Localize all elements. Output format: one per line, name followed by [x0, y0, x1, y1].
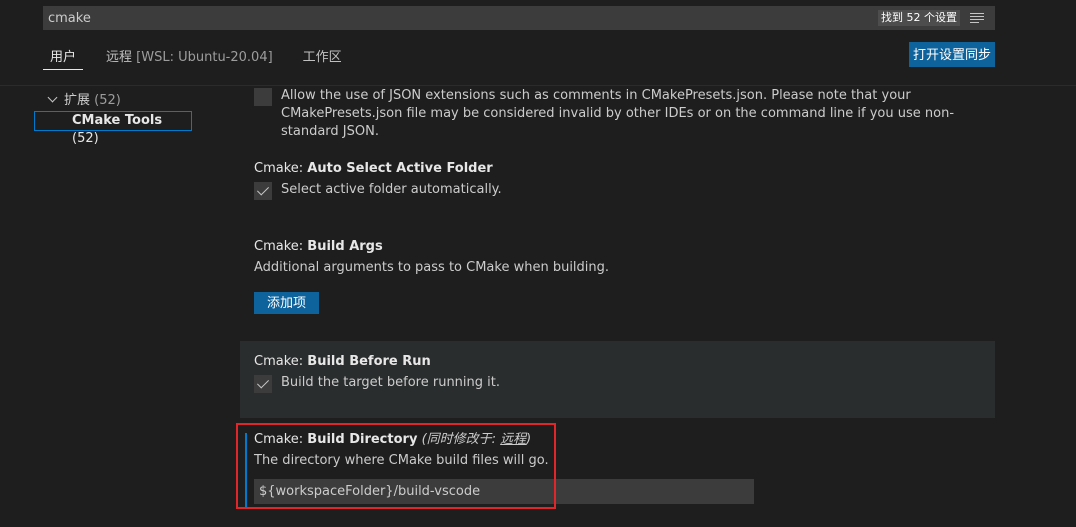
toc-item-count: (52): [72, 131, 99, 146]
setting-category: Cmake:: [254, 161, 308, 176]
setting-key: Auto Select Active Folder: [307, 161, 493, 176]
toc-group-label: 扩展: [64, 93, 91, 108]
search-bar: 找到 52 个设置: [43, 6, 995, 30]
setting-title: Cmake: Build Before Run: [254, 353, 995, 371]
setting-key: Build Before Run: [307, 354, 431, 369]
setting-build-before-run: Cmake: Build Before Run Build the target…: [240, 341, 995, 418]
settings-editor: 找到 52 个设置 用户 远程 [WSL: Ubuntu-20.04] 工作区 …: [0, 0, 1076, 527]
filter-icon[interactable]: [970, 13, 984, 23]
tab-remote-host: [WSL: Ubuntu-20.04]: [136, 50, 273, 65]
build-directory-description: The directory where CMake build files wi…: [254, 453, 549, 468]
setting-build-args: Cmake: Build Args Additional arguments t…: [240, 238, 995, 314]
result-count-badge: 找到 52 个设置: [878, 10, 960, 26]
setting-category: Cmake:: [254, 354, 308, 369]
chevron-down-icon: [47, 92, 58, 103]
setting-title: Cmake: Build Directory (同时修改于: 远程): [254, 431, 995, 449]
toc-item-label: CMake Tools: [72, 113, 163, 128]
setting-auto-select-active-folder: Cmake: Auto Select Active Folder Select …: [240, 160, 995, 200]
build-before-run-checkbox[interactable]: [254, 375, 272, 393]
toc-group-extensions[interactable]: 扩展 (52): [46, 92, 121, 110]
setting-build-directory: Cmake: Build Directory (同时修改于: 远程) The d…: [240, 431, 995, 504]
also-modified-close: ): [526, 432, 532, 447]
auto-select-checkbox-label: Select active folder automatically.: [281, 182, 502, 197]
setting-category: Cmake:: [254, 239, 308, 254]
toc-group-count: (52): [94, 93, 121, 108]
tab-workspace[interactable]: 工作区: [296, 46, 349, 70]
add-item-button[interactable]: 添加项: [254, 292, 320, 314]
scope-tabs: 用户 远程 [WSL: Ubuntu-20.04] 工作区: [43, 46, 365, 70]
tab-user[interactable]: 用户: [43, 46, 84, 70]
setting-title: Cmake: Build Args: [254, 238, 995, 256]
setting-category: Cmake:: [254, 432, 308, 447]
setting-key: Build Args: [307, 239, 383, 254]
build-args-description: Additional arguments to pass to CMake wh…: [254, 260, 610, 275]
json-extensions-checkbox[interactable]: [254, 88, 272, 106]
json-extensions-description: Allow the use of JSON extensions such as…: [281, 88, 955, 139]
open-settings-sync-button[interactable]: 打开设置同步: [909, 42, 995, 67]
setting-key: Build Directory: [307, 432, 418, 447]
build-before-run-checkbox-label: Build the target before running it.: [281, 375, 501, 390]
build-directory-input[interactable]: [254, 479, 754, 504]
toc-item-cmake-tools[interactable]: CMake Tools (52): [34, 111, 192, 146]
tab-remote[interactable]: 远程 [WSL: Ubuntu-20.04]: [99, 46, 280, 70]
auto-select-checkbox[interactable]: [254, 182, 272, 200]
also-modified-label: (同时修改于:: [421, 432, 501, 447]
setting-title: Cmake: Auto Select Active Folder: [254, 160, 995, 178]
also-modified-remote-link[interactable]: 远程: [500, 432, 526, 447]
setting-json-extensions: Allow the use of JSON extensions such as…: [240, 84, 995, 141]
tab-remote-label: 远程: [106, 50, 133, 65]
search-input[interactable]: [44, 7, 872, 29]
